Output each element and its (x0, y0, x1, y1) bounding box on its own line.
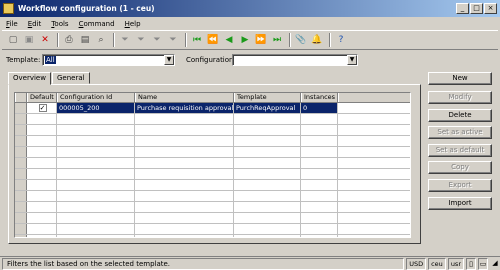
row-selector[interactable] (15, 103, 27, 113)
tab-overview[interactable]: Overview (8, 72, 51, 85)
previous-icon[interactable]: ◀ (222, 33, 236, 47)
toolbar-separator (329, 33, 331, 47)
chevron-down-icon[interactable]: ▼ (164, 55, 174, 65)
new-button[interactable]: New (428, 72, 492, 85)
set-as-default-button[interactable]: Set as default (428, 144, 492, 157)
document-handling-icon[interactable]: 📎 (294, 33, 308, 47)
menu-command[interactable]: Command (79, 20, 115, 28)
copy-button[interactable]: Copy (428, 161, 492, 174)
column-header-template[interactable]: Template (234, 93, 301, 102)
instances-cell[interactable]: 0 (301, 103, 338, 113)
status-text: Filters the list based on the selected t… (2, 257, 405, 270)
configuration-combo[interactable]: ▼ (232, 54, 358, 66)
toolbar-separator (185, 33, 187, 47)
app-icon (3, 3, 14, 14)
config-id-cell[interactable]: 000005_200 (57, 103, 135, 113)
template-combo[interactable]: All ▼ (42, 54, 175, 66)
menu-file[interactable]: File (6, 20, 18, 28)
first-icon[interactable]: ⏮ (190, 33, 204, 47)
name-cell[interactable]: Purchase requisition approval (135, 103, 234, 113)
help-icon[interactable]: ? (334, 33, 348, 47)
menu-help[interactable]: Help (125, 20, 141, 28)
empty-row (15, 114, 410, 125)
chevron-down-icon[interactable]: ▼ (347, 55, 357, 65)
empty-row (15, 224, 410, 235)
column-header-name[interactable]: Name (135, 93, 234, 102)
configuration-label: Configuration: (186, 56, 236, 64)
window-title: Workflow configuration (1 - ceu) (18, 4, 155, 13)
template-value: All (45, 56, 56, 64)
minimize-button[interactable]: _ (456, 3, 469, 14)
maximize-button[interactable]: □ (470, 3, 483, 14)
set-as-active-button[interactable]: Set as active (428, 126, 492, 139)
template-label: Template: (6, 56, 41, 64)
empty-row (15, 191, 410, 202)
status-company[interactable]: ceu (428, 257, 446, 270)
filter-icon[interactable]: ⏷ (118, 33, 132, 47)
table-row[interactable]: ✓ 000005_200 Purchase requisition approv… (15, 103, 410, 114)
row-selector-header (15, 93, 27, 102)
delete-button[interactable]: Delete (428, 109, 492, 122)
resize-grip-icon[interactable]: ◢ (490, 258, 500, 270)
default-checkbox[interactable]: ✓ (38, 104, 47, 112)
menu-bar: File Edit Tools Command Help (0, 17, 500, 30)
print-icon[interactable]: ⎙ (62, 33, 76, 47)
print-preview-icon[interactable]: ▤ (78, 33, 92, 47)
print-icon[interactable]: ▭ (478, 257, 488, 270)
empty-row (15, 235, 410, 237)
delete-icon[interactable]: ✕ (38, 33, 52, 47)
configuration-grid: Default Configuration Id Name Template I… (14, 92, 411, 238)
column-header-instances[interactable]: Instances (301, 93, 338, 102)
last-icon[interactable]: ⏭ (270, 33, 284, 47)
empty-row (15, 136, 410, 147)
column-header-filler (338, 93, 410, 102)
remove-filter-icon[interactable]: ⏷ (166, 33, 180, 47)
filter-by-selection-icon[interactable]: ⏷ (134, 33, 148, 47)
status-user: usr (447, 257, 464, 270)
empty-row (15, 125, 410, 136)
grid-header: Default Configuration Id Name Template I… (15, 93, 410, 103)
empty-row (15, 202, 410, 213)
status-bar: Filters the list based on the selected t… (0, 256, 500, 270)
menu-edit[interactable]: Edit (28, 20, 42, 28)
close-button[interactable]: × (484, 3, 497, 14)
alert-icon[interactable]: 🔔 (310, 33, 324, 47)
toolbar-separator (289, 33, 291, 47)
title-bar: Workflow configuration (1 - ceu) _ □ × (0, 0, 500, 17)
modify-button[interactable]: Modify (428, 91, 492, 104)
toolbar-separator (57, 33, 59, 47)
save-icon[interactable]: ▣ (22, 33, 36, 47)
toolbar: ▢ ▣ ✕ ⎙ ▤ ⌕ ⏷ ⏷ ⏷ ⏷ ⏮ ⏪ ◀ ▶ ⏩ ⏭ 📎 🔔 ? (2, 30, 498, 50)
import-button[interactable]: Import (428, 197, 492, 210)
tab-general[interactable]: General (51, 72, 90, 84)
column-header-configuration-id[interactable]: Configuration Id (57, 93, 135, 102)
template-cell[interactable]: PurchReqApproval (234, 103, 301, 113)
default-cell[interactable]: ✓ (27, 103, 57, 113)
next-page-icon[interactable]: ⏩ (254, 33, 268, 47)
find-icon[interactable]: ⌕ (94, 33, 108, 47)
menu-tools[interactable]: Tools (51, 20, 68, 28)
status-currency: USD (406, 257, 427, 270)
tab-strip: Overview General (8, 72, 91, 85)
new-icon[interactable]: ▢ (6, 33, 20, 47)
empty-row (15, 147, 410, 158)
empty-row (15, 180, 410, 191)
empty-row (15, 213, 410, 224)
document-icon[interactable]: ▯ (466, 257, 476, 270)
empty-row (15, 158, 410, 169)
column-header-default[interactable]: Default (27, 93, 57, 102)
advanced-filter-icon[interactable]: ⏷ (150, 33, 164, 47)
next-icon[interactable]: ▶ (238, 33, 252, 47)
export-button[interactable]: Export (428, 179, 492, 192)
previous-page-icon[interactable]: ⏪ (206, 33, 220, 47)
filter-bar: Template: All ▼ Configuration: ▼ (0, 52, 500, 68)
empty-row (15, 169, 410, 180)
toolbar-separator (113, 33, 115, 47)
filler-cell (338, 103, 410, 113)
